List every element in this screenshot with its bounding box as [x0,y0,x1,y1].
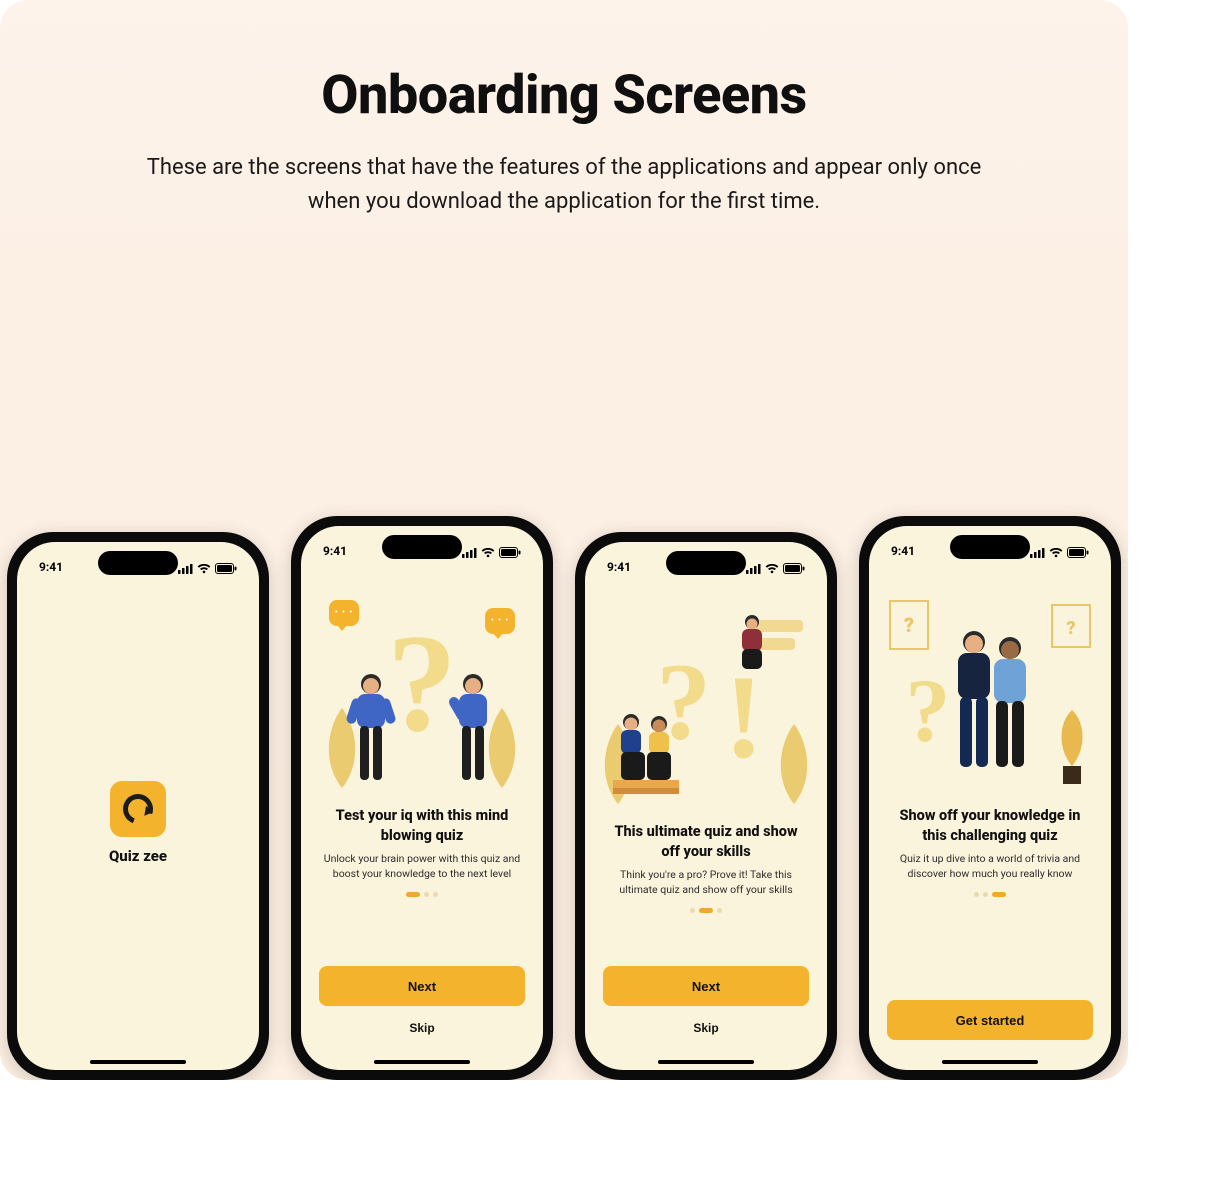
home-indicator [90,1060,186,1064]
wifi-icon [481,548,495,558]
home-indicator [374,1060,470,1064]
cellular-icon [462,548,477,558]
logo-glyph-icon [118,789,158,829]
skip-button[interactable]: Skip [319,1016,525,1040]
cta-stack: Next Skip [585,952,827,1070]
illustration-ob3: ? ? ? [879,586,1101,796]
person-icon [447,670,499,790]
onboarding-subtitle: Quiz it up dive into a world of trivia a… [869,845,1111,881]
status-icons [1030,547,1089,558]
battery-icon [215,563,237,574]
wall-frame-icon: ? [1051,604,1091,648]
onboarding-title: This ultimate quiz and show off your ski… [585,818,827,861]
status-time: 9:41 [607,560,631,574]
phone-row: 9:41 Quiz zee [0,516,1128,1080]
battery-icon [499,547,521,558]
svg-text:?: ? [1066,618,1075,639]
dynamic-island [382,535,462,559]
skip-button[interactable]: Skip [603,1016,809,1040]
cellular-icon [746,564,761,574]
dot [974,892,979,897]
dot [983,892,988,897]
home-indicator [658,1060,754,1064]
dynamic-island [98,551,178,575]
phone-frame-splash: 9:41 Quiz zee [7,532,269,1080]
cellular-icon [178,564,193,574]
leaf-icon [769,724,819,804]
screen-ob1: 9:41 ? [301,526,543,1070]
phone-frame-ob3: 9:41 ? ? ? [859,516,1121,1080]
dynamic-island [950,535,1030,559]
get-started-button[interactable]: Get started [887,1000,1093,1040]
onboarding-subtitle: Unlock your brain power with this quiz a… [301,845,543,881]
people-sitting-icon [611,696,685,806]
dot-active [992,892,1006,897]
splash-content: Quiz zee [17,576,259,1070]
app-logo [110,781,166,837]
wifi-icon [765,564,779,574]
dot-active [699,908,713,913]
dot [433,892,438,897]
screen-splash: 9:41 Quiz zee [17,542,259,1070]
status-icons [462,547,521,558]
speech-bubble-icon [329,600,359,626]
cellular-icon [1030,548,1045,558]
dot [690,908,695,913]
page-dots [301,892,543,897]
next-button[interactable]: Next [603,966,809,1006]
cta-stack: Next Skip [301,952,543,1070]
onboarding-title: Test your iq with this mind blowing quiz [301,802,543,845]
dot-active [406,892,420,897]
svg-text:?: ? [904,613,914,637]
page-title: Onboarding Screens [0,0,1128,127]
illustration-ob2: ? ! [595,602,817,812]
onboarding-title: Show off your knowledge in this challeng… [869,802,1111,845]
dynamic-island [666,551,746,575]
couple-icon [930,622,1050,792]
dot [717,908,722,913]
brand-name: Quiz zee [109,847,167,865]
wall-frame-icon: ? [889,600,929,650]
page-dots [585,908,827,913]
status-icons [746,563,805,574]
person-icon [345,670,397,790]
battery-icon [1067,547,1089,558]
battery-icon [783,563,805,574]
showcase-card: Onboarding Screens These are the screens… [0,0,1128,1080]
page-dots [869,892,1111,897]
onboarding-subtitle: Think you're a pro? Prove it! Take this … [585,861,827,897]
cta-stack: Get started [869,986,1111,1070]
status-time: 9:41 [891,544,915,558]
wifi-icon [197,564,211,574]
illustration-ob1: ? [311,586,533,796]
screen-ob2: 9:41 ? ! [585,542,827,1070]
phone-frame-ob2: 9:41 ? ! [575,532,837,1080]
status-icons [178,563,237,574]
page-description: These are the screens that have the feat… [124,151,1004,219]
person-sitting-icon [731,612,773,692]
speech-bubble-icon [485,608,515,634]
status-time: 9:41 [323,544,347,558]
screen-ob3: 9:41 ? ? ? [869,526,1111,1070]
home-indicator [942,1060,1038,1064]
plant-icon [1049,708,1095,788]
next-button[interactable]: Next [319,966,525,1006]
status-time: 9:41 [39,560,63,574]
phone-frame-ob1: 9:41 ? [291,516,553,1080]
dot [424,892,429,897]
wifi-icon [1049,548,1063,558]
